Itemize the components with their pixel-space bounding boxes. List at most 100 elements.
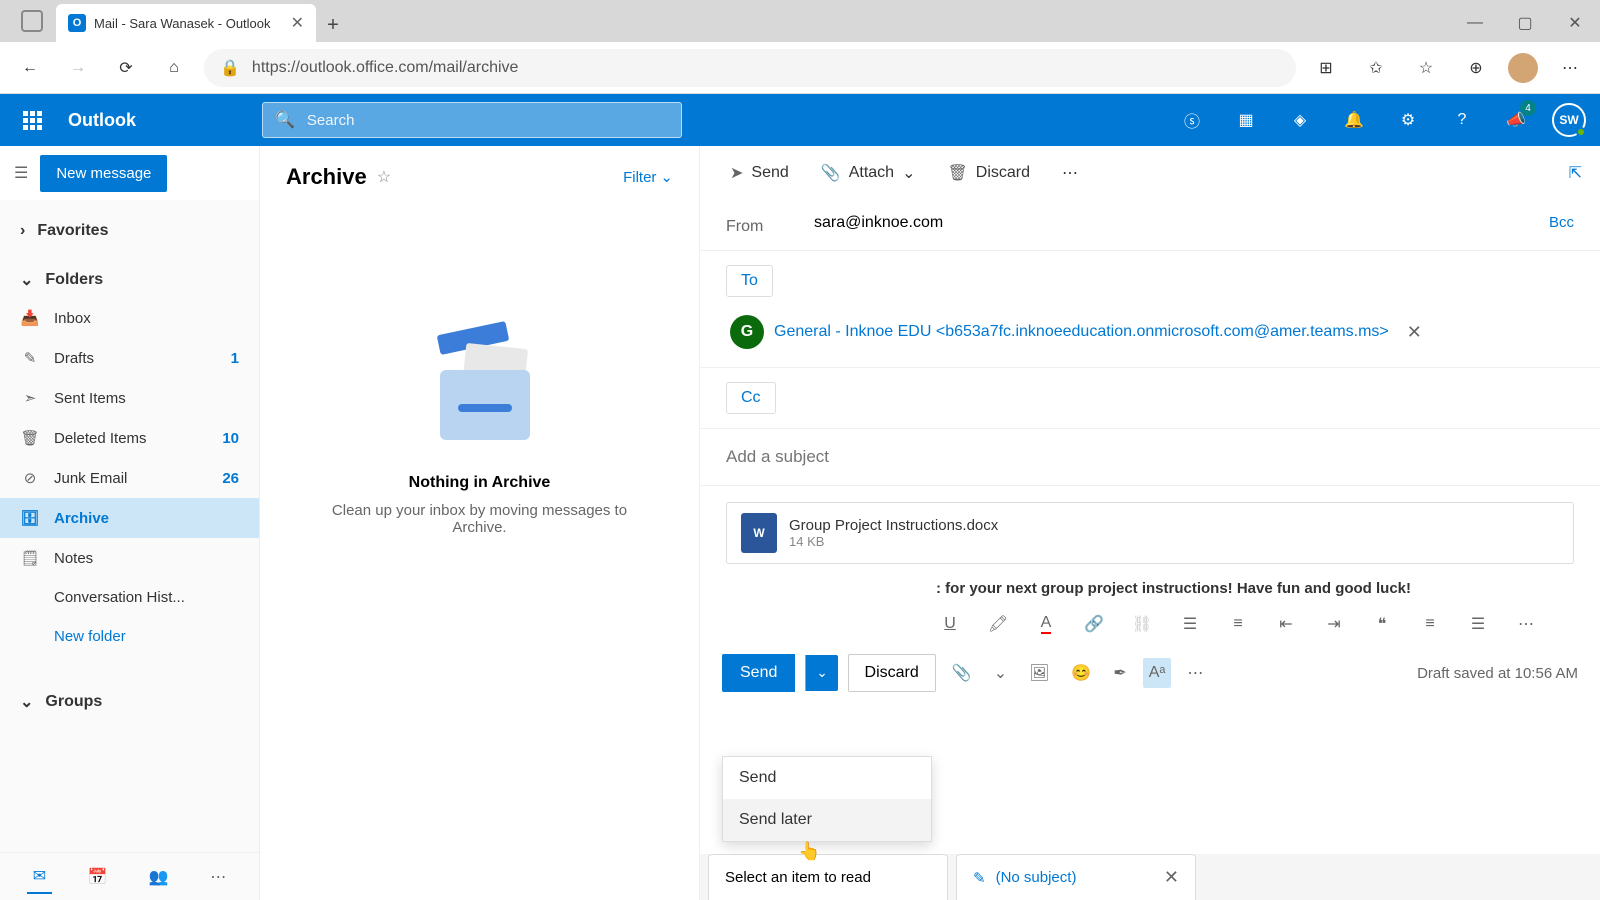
chevron-right-icon: › [20, 222, 25, 240]
highlight-icon[interactable]: 🖍 [984, 610, 1012, 638]
favorite-add-icon[interactable]: ✩ [1358, 50, 1394, 86]
search-input[interactable] [307, 112, 669, 129]
close-window-icon[interactable]: ✕ [1550, 4, 1600, 42]
quote-icon[interactable]: ❝ [1368, 610, 1396, 638]
send-options-button[interactable]: ⌄ [805, 655, 837, 691]
notifications-icon[interactable]: 🔔 [1336, 102, 1372, 138]
more-actions-button[interactable]: ⋯ [1050, 155, 1090, 191]
folder-junk[interactable]: ⊘Junk Email26 [0, 458, 259, 498]
collections-icon[interactable]: ⊕ [1458, 50, 1494, 86]
bullet-list-icon[interactable]: ☰ [1176, 610, 1204, 638]
app-launcher-icon[interactable] [14, 102, 50, 138]
browser-menu-icon[interactable]: ⋯ [1552, 50, 1588, 86]
new-message-button[interactable]: New message [40, 155, 167, 192]
tab-close-icon[interactable]: ✕ [291, 13, 304, 33]
new-folder-button[interactable]: New folder [0, 617, 259, 656]
favorite-star-icon[interactable]: ☆ [377, 167, 391, 187]
remove-recipient-icon[interactable]: ✕ [1399, 322, 1430, 343]
send-top-button[interactable]: ➤Send [718, 155, 801, 191]
emoji-icon[interactable]: 😊 [1065, 663, 1097, 683]
folder-inbox[interactable]: 📥Inbox [0, 298, 259, 338]
folder-archive[interactable]: 🗄Archive [0, 498, 259, 538]
filter-button[interactable]: Filter⌄ [623, 168, 673, 186]
back-icon[interactable]: ← [12, 50, 48, 86]
discard-button[interactable]: Discard [848, 654, 936, 692]
url-input[interactable]: 🔒 https://outlook.office.com/mail/archiv… [204, 49, 1296, 87]
show-format-icon[interactable]: Aᵃ [1143, 658, 1172, 688]
attach-inline-icon[interactable]: 📎 [946, 663, 978, 683]
app-mode-icon[interactable]: ⊞ [1308, 50, 1344, 86]
folder-notes[interactable]: 🗒Notes [0, 538, 259, 578]
folder-sent[interactable]: ➣Sent Items [0, 378, 259, 418]
align-center-icon[interactable]: ☰ [1464, 610, 1492, 638]
close-draft-tab-icon[interactable]: ✕ [1164, 867, 1179, 888]
bcc-button[interactable]: Bcc [1549, 214, 1574, 231]
reading-tab[interactable]: Select an item to read [708, 854, 948, 900]
refresh-icon[interactable]: ⟳ [108, 50, 144, 86]
account-avatar[interactable]: SW [1552, 103, 1586, 137]
popout-icon[interactable]: ⇱ [1569, 163, 1582, 183]
window-controls: — ▢ ✕ [1450, 4, 1600, 42]
font-color-icon[interactable]: A [1032, 610, 1060, 638]
home-icon[interactable]: ⌂ [156, 50, 192, 86]
help-icon[interactable]: ? [1444, 102, 1480, 138]
underline-icon[interactable]: U [936, 610, 964, 638]
signature-icon[interactable]: ✒ [1107, 663, 1132, 683]
people-module-icon[interactable]: 👥 [143, 861, 175, 893]
indent-icon[interactable]: ⇥ [1320, 610, 1348, 638]
tab-title: Mail - Sara Wanasek - Outlook [94, 16, 283, 31]
folder-drafts[interactable]: ✎Drafts1 [0, 338, 259, 378]
subject-input[interactable] [726, 447, 1574, 467]
from-value[interactable]: sara@inknoe.com [796, 214, 1549, 232]
cc-button[interactable]: Cc [726, 382, 776, 414]
draft-tab[interactable]: ✎ (No subject) ✕ [956, 854, 1196, 900]
insert-picture-icon[interactable]: 🖼 [1023, 663, 1055, 683]
to-button[interactable]: To [726, 265, 773, 297]
skype-icon[interactable]: ⓢ [1174, 102, 1210, 138]
send-later-option[interactable]: Send later [723, 799, 931, 841]
maximize-icon[interactable]: ▢ [1500, 4, 1550, 42]
folders-header[interactable]: ⌄ Folders [0, 262, 259, 298]
align-left-icon[interactable]: ≡ [1416, 610, 1444, 638]
send-now-option[interactable]: Send [723, 757, 931, 799]
more-modules-icon[interactable]: ⋯ [204, 861, 232, 893]
outlook-brand[interactable]: Outlook [68, 110, 136, 131]
discard-top-button[interactable]: 🗑Discard [935, 155, 1042, 191]
teams-icon[interactable]: ▦ [1228, 102, 1264, 138]
message-body[interactable]: : for your next group project instructio… [700, 580, 1600, 597]
browser-profile-avatar[interactable] [1508, 53, 1538, 83]
new-tab-button[interactable]: + [316, 8, 350, 42]
more-send-options-icon[interactable]: ⋯ [1181, 663, 1209, 683]
send-button[interactable]: Send [722, 654, 795, 692]
search-box[interactable]: 🔍 [262, 102, 682, 138]
groups-header[interactable]: ⌄ Groups [0, 684, 259, 720]
settings-icon[interactable]: ⚙ [1390, 102, 1426, 138]
recipient-chip[interactable]: G General - Inknoe EDU <b653a7fc.inknoee… [726, 311, 1434, 353]
folder-deleted[interactable]: 🗑Deleted Items10 [0, 418, 259, 458]
more-format-icon[interactable]: ⋯ [1512, 610, 1540, 638]
favorites-icon[interactable]: ☆ [1408, 50, 1444, 86]
minimize-icon[interactable]: — [1450, 4, 1500, 42]
profile-tab-icon[interactable] [8, 0, 56, 42]
outlook-header: Outlook 🔍 ⓢ ▦ ◈ 🔔 ⚙ ? 📣4 SW [0, 94, 1600, 146]
unlink-icon[interactable]: ⛓ [1128, 610, 1156, 638]
announcements-icon[interactable]: 📣4 [1498, 102, 1534, 138]
format-toolbar: U 🖍 A 🔗 ⛓ ☰ ≡ ⇤ ⇥ ❝ ≡ ☰ ⋯ [700, 603, 1600, 645]
favorites-header[interactable]: › Favorites [0, 214, 259, 248]
mail-module-icon[interactable]: ✉ [27, 860, 52, 894]
hamburger-icon[interactable]: ☰ [14, 163, 28, 183]
empty-state: Nothing in Archive Clean up your inbox b… [286, 310, 673, 536]
link-icon[interactable]: 🔗 [1080, 610, 1108, 638]
outdent-icon[interactable]: ⇤ [1272, 610, 1300, 638]
chevron-down-icon: ⌄ [816, 665, 827, 680]
browser-tab[interactable]: O Mail - Sara Wanasek - Outlook ✕ [56, 4, 316, 42]
attach-chevron-icon[interactable]: ⌄ [988, 663, 1013, 683]
attachment-card[interactable]: W Group Project Instructions.docx 14 KB [726, 502, 1574, 564]
outlook-tips-icon[interactable]: ◈ [1282, 102, 1318, 138]
numbered-list-icon[interactable]: ≡ [1224, 610, 1252, 638]
attach-button[interactable]: 📎Attach⌄ [809, 155, 928, 191]
folder-conversation-history[interactable]: Conversation Hist... [0, 578, 259, 617]
calendar-module-icon[interactable]: 📅 [82, 861, 114, 893]
draft-status: Draft saved at 10:56 AM [1417, 665, 1578, 682]
notes-icon: 🗒 [20, 549, 40, 567]
